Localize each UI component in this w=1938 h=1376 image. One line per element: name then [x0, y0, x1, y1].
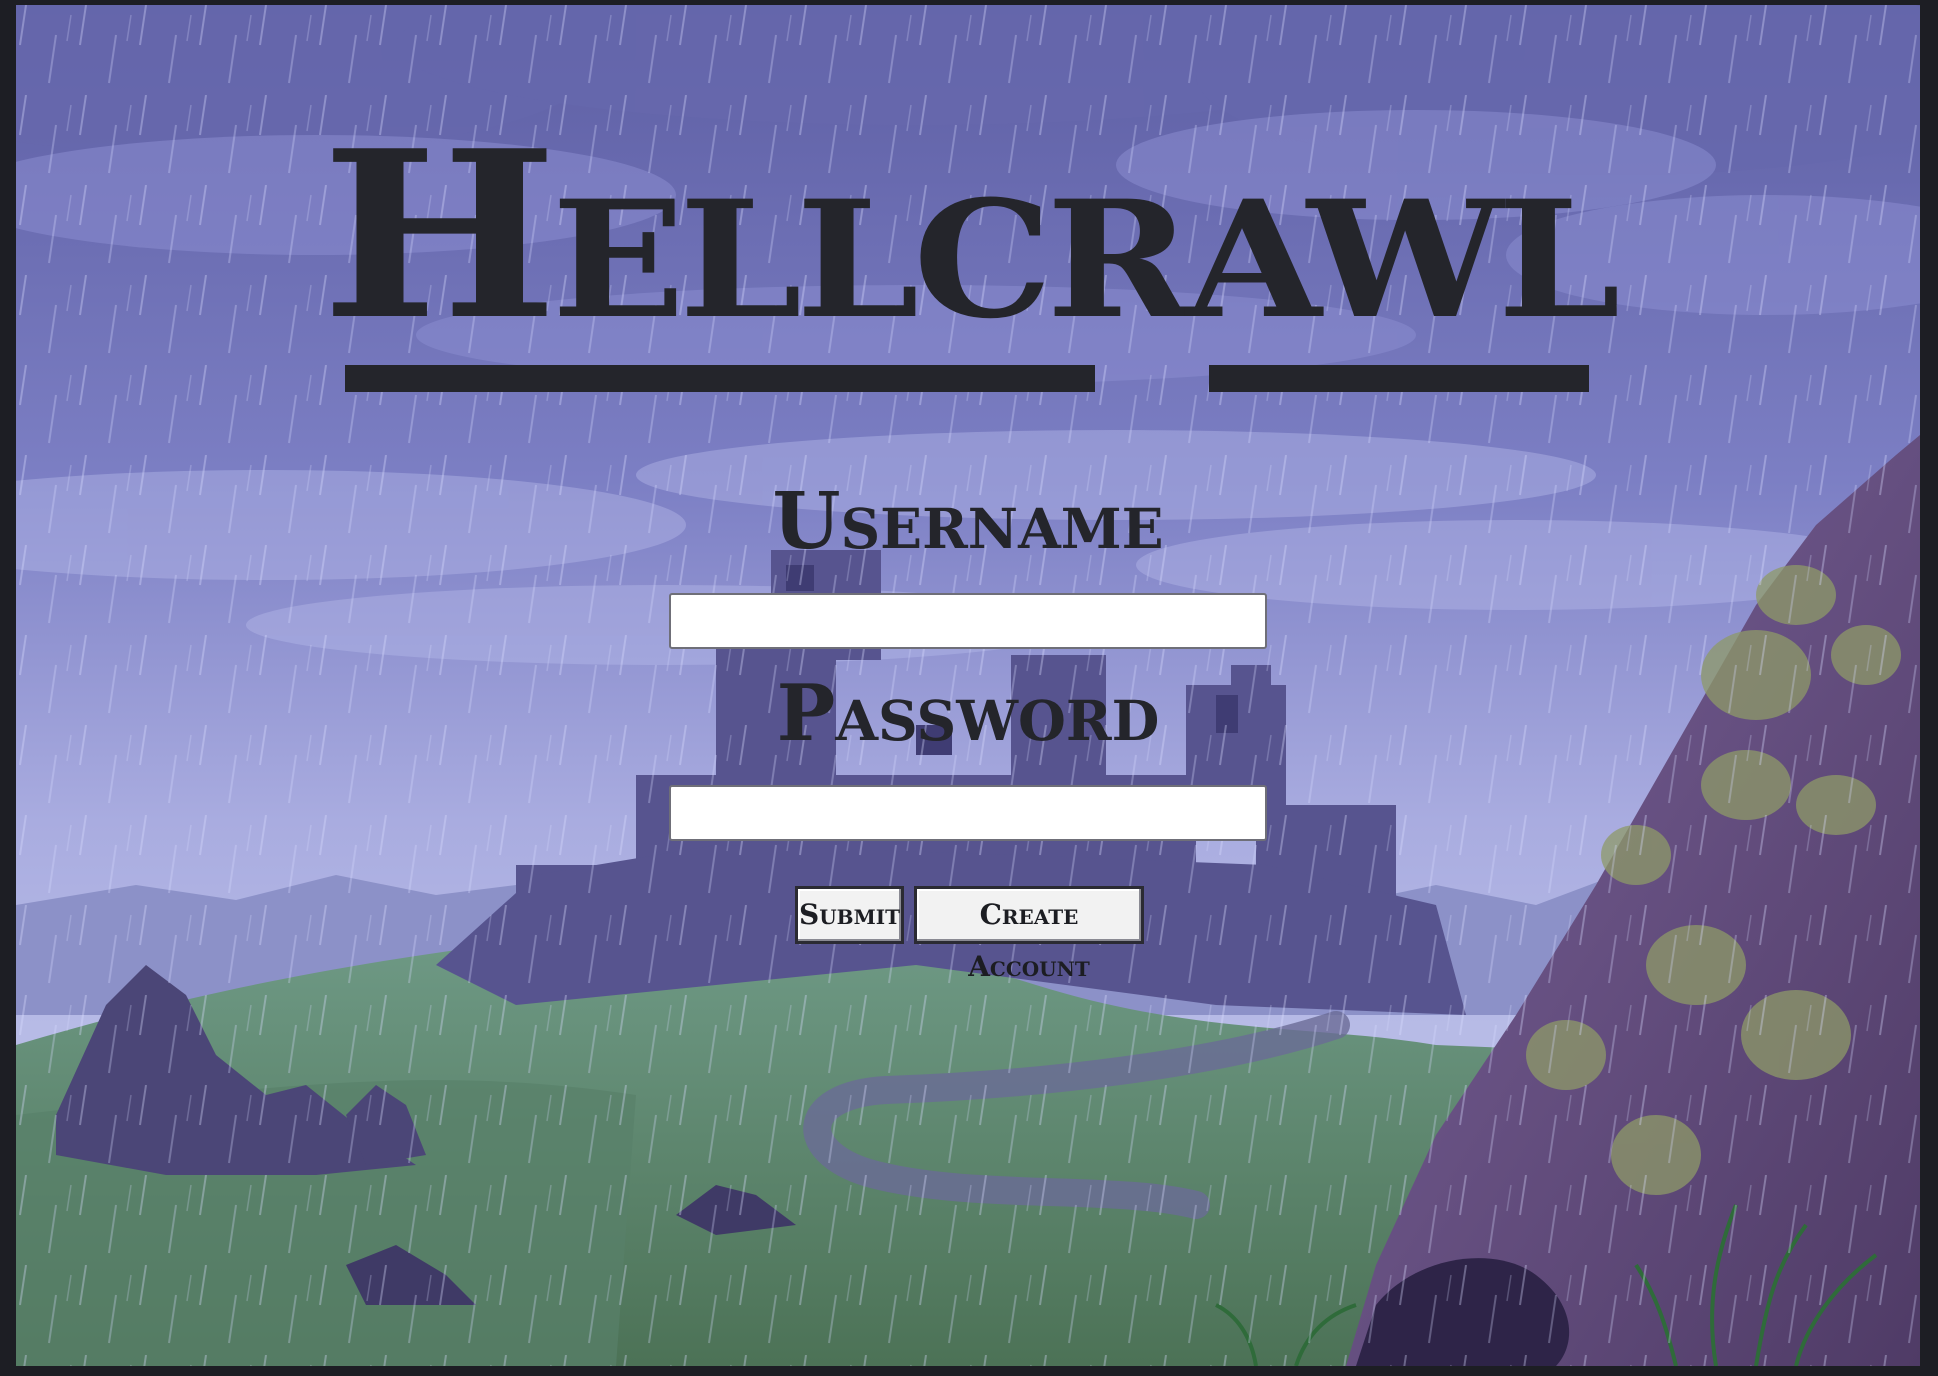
game-logo: Hellcrawl — [321, 99, 1620, 371]
password-label: Password — [776, 668, 1160, 759]
game-window: Hellcrawl Username Password Submit Creat… — [16, 5, 1920, 1366]
username-input[interactable] — [669, 593, 1267, 649]
username-label: Username — [772, 476, 1164, 567]
logo-underline-right — [1209, 365, 1589, 392]
login-overlay: Hellcrawl Username Password Submit Creat… — [16, 5, 1920, 1366]
password-input[interactable] — [669, 785, 1267, 841]
create-account-button[interactable]: Create Account — [914, 886, 1144, 983]
logo-underline-left — [345, 365, 1095, 392]
submit-button[interactable]: Submit — [795, 886, 904, 944]
